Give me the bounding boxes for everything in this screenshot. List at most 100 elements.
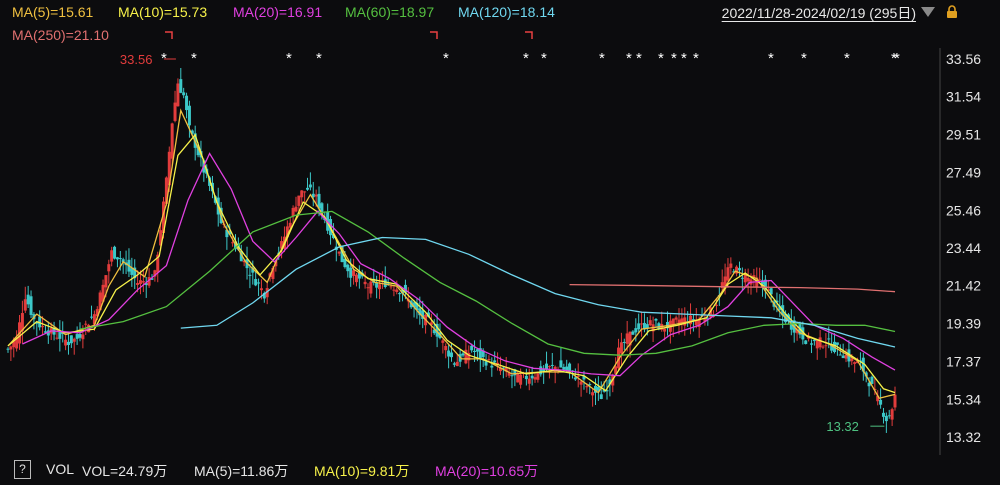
event-marker: * <box>443 50 449 67</box>
candle-body <box>484 361 488 366</box>
candle-body <box>821 346 825 348</box>
candle-body <box>136 282 140 285</box>
candle-body <box>804 340 808 344</box>
candle-body <box>841 355 845 359</box>
candle-body <box>104 275 108 288</box>
candle-body <box>306 187 310 190</box>
y-tick-label: 13.32 <box>946 429 981 445</box>
candle-body <box>248 274 252 276</box>
candle-body <box>369 281 373 294</box>
lock-icon[interactable] <box>946 5 958 18</box>
candle-body <box>625 333 629 344</box>
candle-body <box>58 331 62 339</box>
candle-body <box>619 342 623 354</box>
ma10-legend: MA(10)=15.73 <box>118 4 208 20</box>
candle-body <box>591 392 595 396</box>
candle-body <box>737 268 741 271</box>
candle-body <box>66 341 70 345</box>
candle-body <box>300 190 304 198</box>
candle-body <box>559 360 563 368</box>
candle-body <box>493 360 497 363</box>
candle-body <box>893 394 897 408</box>
candle-body <box>516 372 520 383</box>
candle-body <box>441 340 445 343</box>
candle-body <box>75 334 79 339</box>
y-tick-label: 19.39 <box>946 316 981 332</box>
candle-body <box>303 191 307 193</box>
volume-ma20: MA(20)=10.65万 <box>435 463 539 479</box>
candle-body <box>41 326 45 328</box>
candle-body <box>490 365 494 368</box>
candle-body <box>835 342 839 345</box>
event-marker: * <box>636 50 642 67</box>
event-marker: * <box>191 50 197 67</box>
candle-body <box>599 394 603 399</box>
candle-body <box>487 359 491 361</box>
candle-body <box>349 267 353 278</box>
candle-body <box>729 263 733 268</box>
candle-body <box>573 377 577 380</box>
volume-ma5: MA(5)=11.86万 <box>194 463 289 479</box>
triangle-down-icon[interactable] <box>921 7 935 17</box>
high-annotation: 33.56 <box>120 52 153 67</box>
candle-body <box>179 79 183 93</box>
candle-body <box>812 339 816 342</box>
candle-body <box>291 207 295 216</box>
y-tick-label: 21.42 <box>946 278 981 294</box>
help-icon[interactable]: ? <box>14 460 31 479</box>
event-marker: * <box>844 50 850 67</box>
candle-body <box>510 375 514 377</box>
candle-body <box>352 270 356 276</box>
event-marker: * <box>286 50 292 67</box>
candle-body <box>354 274 358 283</box>
y-tick-label: 29.51 <box>946 127 981 143</box>
candle-body <box>363 281 367 285</box>
candle-body <box>297 195 301 206</box>
candle-body <box>107 264 111 272</box>
event-marker: * <box>316 50 322 67</box>
candle-body <box>389 286 393 288</box>
candle-body <box>887 415 891 417</box>
date-range-selector[interactable]: 2022/11/28-2024/02/19 (295日) <box>722 3 916 23</box>
candle-body <box>115 257 119 260</box>
event-marker: * <box>693 50 699 67</box>
candle-body <box>547 366 551 368</box>
candle-body <box>850 358 854 362</box>
event-marker: * <box>541 50 547 67</box>
candle-body <box>257 282 261 284</box>
event-marker: * <box>658 50 664 67</box>
event-marker: * <box>894 50 900 67</box>
bracket-marker <box>525 31 533 39</box>
candle-body <box>378 284 382 290</box>
candle-body <box>314 194 318 197</box>
candle-body <box>631 331 635 335</box>
candlestick-chart[interactable]: 33.56 31.54 29.51 27.49 25.46 23.44 21.42 19.39… <box>0 0 1000 485</box>
low-annotation: 13.32 <box>826 419 859 434</box>
candle-body <box>455 361 459 367</box>
candle-body <box>622 341 626 343</box>
candle-body <box>827 338 831 340</box>
candle-body <box>6 348 10 350</box>
ma-line-ma60 <box>79 210 896 356</box>
candle-body <box>173 102 177 121</box>
candle-body <box>170 123 174 159</box>
candle-body <box>90 316 94 318</box>
candle-body <box>530 375 534 379</box>
candle-body <box>337 251 341 254</box>
candle-body <box>366 287 370 289</box>
bracket-marker <box>165 31 173 39</box>
ma120-legend: MA(120)=18.14 <box>458 4 555 20</box>
candle-body <box>565 366 569 371</box>
candle-body <box>689 315 693 325</box>
candle-body <box>881 412 885 417</box>
candle-body <box>562 367 566 370</box>
candle-body <box>29 296 33 315</box>
candle-body <box>110 250 114 262</box>
candle-body <box>879 399 883 405</box>
candle-body <box>844 355 848 359</box>
candle-body <box>470 345 474 351</box>
y-tick-label: 23.44 <box>946 240 981 256</box>
ma-line-ma250 <box>569 283 896 293</box>
candle-body <box>84 323 88 325</box>
event-marker: * <box>523 50 529 67</box>
